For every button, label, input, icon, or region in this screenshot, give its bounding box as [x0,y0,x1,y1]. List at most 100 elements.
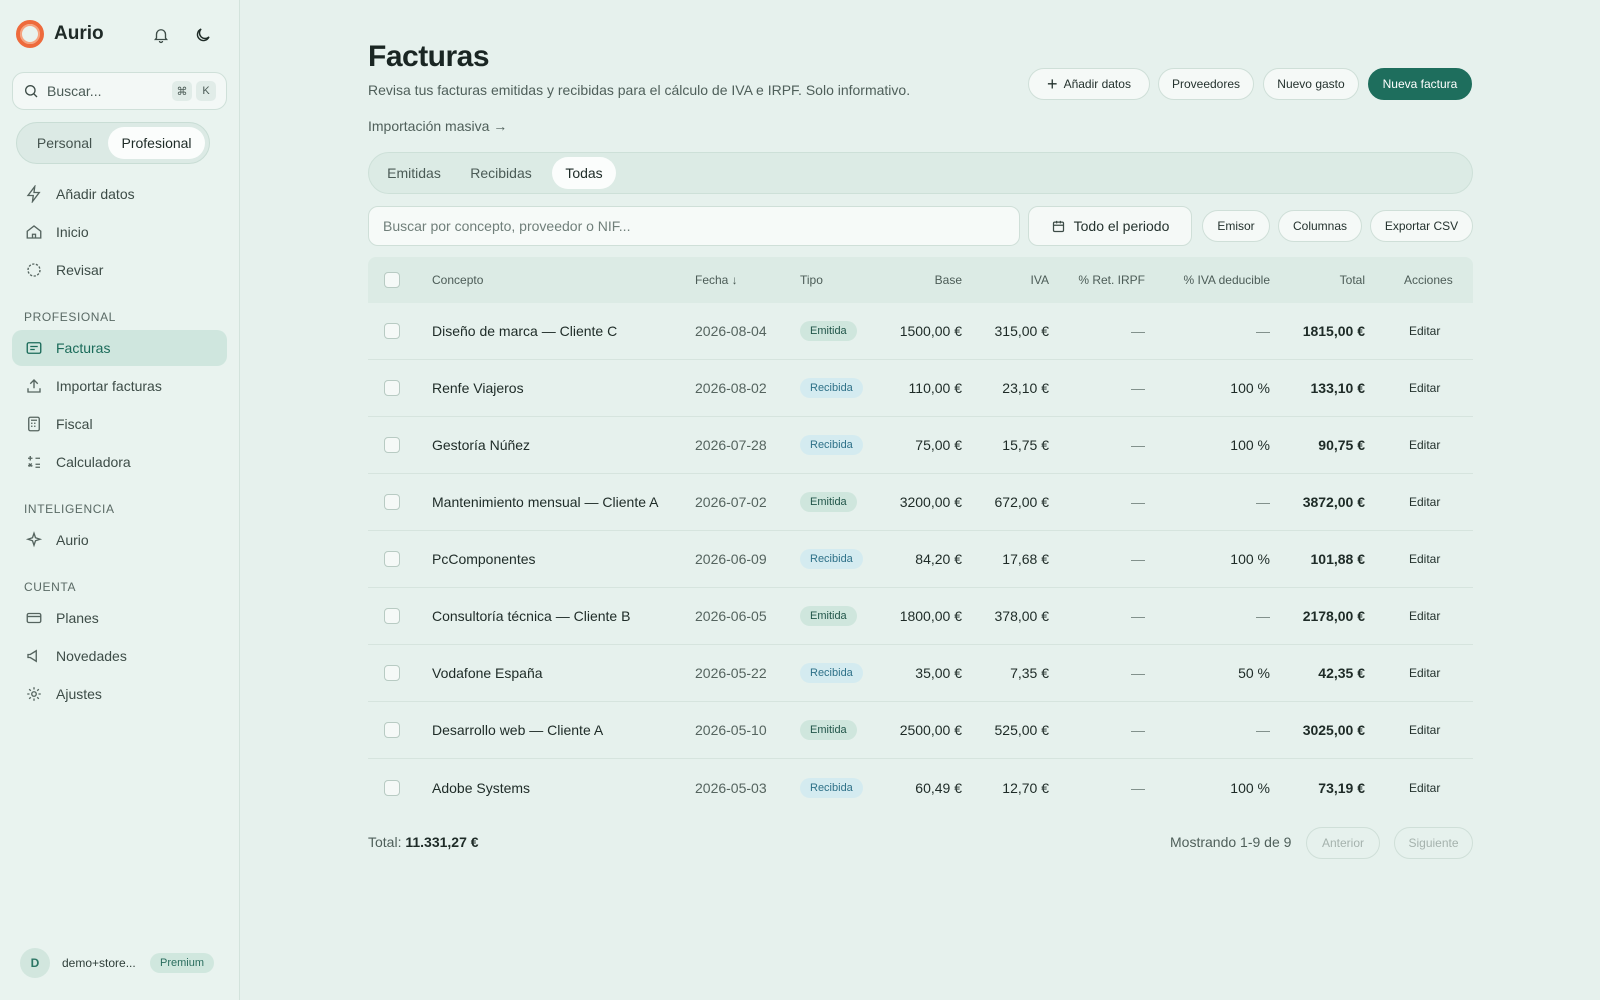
cell-actions: Editar [1409,702,1440,758]
suppliers-button[interactable]: Proveedores [1158,68,1254,100]
row-checkbox[interactable] [384,665,400,681]
header-iva-deducible[interactable]: % IVA deducible [1148,257,1270,303]
table-row[interactable]: PcComponentes 2026-06-09 Recibida 84,20 € 17… [368,531,1473,588]
sidebar-item-label: Facturas [56,340,111,356]
plus-icon: + [1047,74,1058,94]
row-checkbox[interactable] [384,437,400,453]
main-content: Facturas Revisa tus facturas emitidas y … [368,0,1473,1000]
table-row[interactable]: Gestoría Núñez 2026-07-28 Recibida 75,00 € 1… [368,417,1473,474]
sidebar-item-aurio[interactable]: Aurio [12,522,227,558]
sidebar-item-fiscal[interactable]: Fiscal [12,406,227,442]
table-row[interactable]: Consultoría técnica — Cliente B 2026-06-0… [368,588,1473,645]
header-total[interactable]: Total [1273,257,1365,303]
header-iva[interactable]: IVA [968,257,1049,303]
sidebar-item-facturas[interactable]: Facturas [12,330,227,366]
table-row[interactable]: Desarrollo web — Cliente A 2026-05-10 Emit… [368,702,1473,759]
cell-date: 2026-07-02 [695,494,767,510]
review-icon [24,260,44,280]
edit-button[interactable]: Editar [1409,666,1440,680]
cell-base: 60,49 € [915,779,962,796]
select-all-checkbox[interactable] [384,272,400,288]
row-select-cell [384,645,400,701]
header-type[interactable]: Tipo [800,257,823,303]
period-button[interactable]: Todo el periodo [1028,206,1192,246]
table-row[interactable]: Adobe Systems 2026-05-03 Recibida 60,49 € 12… [368,759,1473,816]
new-expense-button[interactable]: Nuevo gasto [1263,68,1359,100]
mode-profesional[interactable]: Profesional [108,127,205,159]
sidebar-item-calculadora[interactable]: Calculadora [12,444,227,480]
sidebar-item-novedades[interactable]: Novedades [12,638,227,674]
edit-button[interactable]: Editar [1409,781,1440,795]
columns-button[interactable]: Columnas [1278,210,1362,242]
add-data-button[interactable]: + Añadir datos [1028,68,1150,100]
sidebar-item-importar-facturas[interactable]: Importar facturas [12,368,227,404]
row-select-cell [384,474,400,530]
sidebar-item-label: Inicio [56,224,89,240]
row-checkbox[interactable] [384,323,400,339]
mass-import-link[interactable]: Importación masiva → [368,118,507,134]
bell-icon[interactable] [150,24,172,46]
table-row[interactable]: Renfe Viajeros 2026-08-02 Recibida 110,00 €… [368,360,1473,417]
prev-page-button[interactable]: Anterior [1306,827,1380,859]
edit-button[interactable]: Editar [1409,723,1440,737]
issuer-filter-button[interactable]: Emisor [1202,210,1270,242]
cell-base: 75,00 € [915,437,962,453]
brand[interactable]: Aurio [16,20,104,48]
cell-date: 2026-08-02 [695,380,767,396]
edit-button[interactable]: Editar [1409,495,1440,509]
row-checkbox[interactable] [384,551,400,567]
table-row[interactable]: Mantenimiento mensual — Cliente A 2026-07… [368,474,1473,531]
next-page-button[interactable]: Siguiente [1394,827,1473,859]
table-row[interactable]: Vodafone España 2026-05-22 Recibida 35,00 €… [368,645,1473,702]
cell-base: 1800,00 € [899,608,962,624]
moon-icon[interactable] [192,24,214,46]
cell-base: 3200,00 € [899,494,962,510]
cell-concept: PcComponentes [432,551,536,567]
row-checkbox[interactable] [384,779,400,796]
cell-iva-deducible: — [1256,722,1270,738]
cell-actions: Editar [1409,759,1440,816]
row-checkbox[interactable] [384,608,400,624]
cell-concept: Vodafone España [432,665,543,681]
cell-actions: Editar [1409,303,1440,359]
cell-base: 35,00 € [915,665,962,681]
row-checkbox[interactable] [384,722,400,738]
tab-recibidas[interactable]: Recibidas [459,157,543,189]
row-select-cell [384,759,400,816]
tab-emitidas[interactable]: Emitidas [373,157,455,189]
cell-actions: Editar [1409,417,1440,473]
user-row[interactable]: D demo+store... Premium [20,948,215,978]
cell-iva: 315,00 € [994,323,1050,339]
sidebar-item-anadir-datos[interactable]: Añadir datos [12,176,227,212]
sidebar-item-inicio[interactable]: Inicio [12,214,227,250]
type-badge: Recibida [800,549,863,569]
cell-total: 101,88 € [1310,551,1366,567]
sparkle-icon [24,530,44,550]
header-irpf[interactable]: % Ret. IRPF [1053,257,1145,303]
header-base[interactable]: Base [868,257,962,303]
cell-iva: 672,00 € [994,494,1050,510]
sidebar-item-ajustes[interactable]: Ajustes [12,676,227,712]
cell-total: 133,10 € [1310,380,1366,396]
header-concept[interactable]: Concepto [432,257,483,303]
cell-type: Emitida [800,588,857,644]
edit-button[interactable]: Editar [1409,381,1440,395]
mode-personal[interactable]: Personal [21,127,108,159]
invoice-search-input[interactable] [368,206,1020,246]
export-csv-button[interactable]: Exportar CSV [1370,210,1473,242]
sidebar-item-revisar[interactable]: Revisar [12,252,227,288]
edit-button[interactable]: Editar [1409,324,1440,338]
new-invoice-button[interactable]: Nueva factura [1368,68,1472,100]
tab-todas[interactable]: Todas [552,157,616,189]
cell-date: 2026-06-09 [695,551,767,567]
sidebar-item-planes[interactable]: Planes [12,600,227,636]
header-date[interactable]: Fecha ↓ [695,257,738,303]
table-row[interactable]: Diseño de marca — Cliente C 2026-08-04 Emi… [368,303,1473,360]
edit-button[interactable]: Editar [1409,552,1440,566]
cell-irpf: — [1131,494,1145,510]
edit-button[interactable]: Editar [1409,438,1440,452]
row-checkbox[interactable] [384,380,400,396]
edit-button[interactable]: Editar [1409,609,1440,623]
row-checkbox[interactable] [384,494,400,510]
sidebar-search[interactable]: Buscar... ⌘ K [12,72,227,110]
